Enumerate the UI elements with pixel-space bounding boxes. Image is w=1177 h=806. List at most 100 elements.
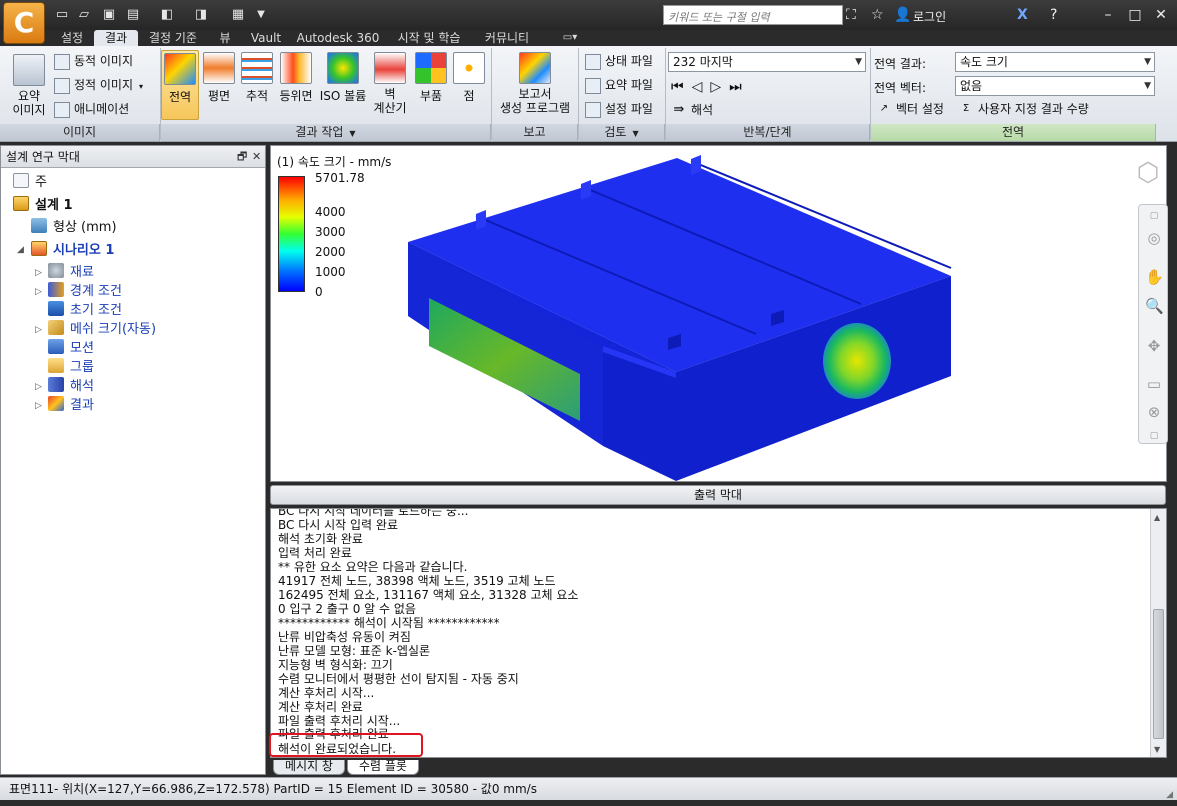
last-step-icon[interactable]: ⏭: [729, 79, 750, 95]
graphics-viewport[interactable]: (1) 속도 크기 - mm/s 5701.78 4000 3000 2000 …: [270, 145, 1168, 483]
user-icon[interactable]: 👤: [894, 6, 911, 24]
status-file-button[interactable]: 상태 파일: [585, 51, 653, 71]
expand-icon[interactable]: ▷: [35, 287, 42, 297]
output-message-area[interactable]: BC 다시 시작 데이터를 로드하는 중... BC 다시 시작 입력 완료 해…: [270, 508, 1167, 758]
qat-dropdown-icon[interactable]: ▼: [252, 6, 270, 24]
result-tasks-panel-title[interactable]: 결과 작업 ▼: [161, 124, 491, 141]
tab-view[interactable]: 뷰: [210, 30, 240, 46]
tab-setup[interactable]: 설정: [52, 30, 92, 46]
global-result-button[interactable]: 전역: [161, 50, 199, 120]
save-icon[interactable]: ▣: [100, 6, 118, 24]
collapse-icon[interactable]: ◢: [17, 245, 24, 255]
undock-icon[interactable]: 🗗: [237, 146, 247, 168]
tab-decision-center[interactable]: 결정 기준: [142, 30, 204, 46]
cfd-model-render[interactable]: [271, 146, 1168, 483]
new-file-icon[interactable]: ▭: [53, 6, 71, 24]
custom-result-quantity-button[interactable]: Σ 사용자 지정 결과 수량: [958, 99, 1089, 119]
view-cube-icon[interactable]: ⬡: [1131, 158, 1165, 192]
pan-hand-icon[interactable]: ✋: [1145, 268, 1164, 286]
design-study-header: 설계 연구 막대 🗗 ✕: [1, 146, 265, 168]
steering-wheel-icon[interactable]: ◎: [1145, 229, 1163, 247]
panel-close-icon[interactable]: ✕: [252, 146, 261, 168]
settings-file-button[interactable]: 설정 파일: [585, 99, 653, 119]
vector-settings-button[interactable]: ↗ 벡터 설정: [876, 99, 944, 119]
resize-grip-icon[interactable]: ◢: [1166, 784, 1173, 806]
iso-volume-button[interactable]: ISO 볼륨: [318, 50, 368, 120]
orbit-icon[interactable]: ✥: [1145, 337, 1163, 355]
output-scrollbar[interactable]: ▲ ▼: [1150, 509, 1166, 757]
zoom-icon[interactable]: 🔍: [1145, 297, 1164, 315]
global-result-select[interactable]: 속도 크기 ▼: [955, 52, 1155, 72]
navbar-close-icon[interactable]: ▢: [1145, 207, 1163, 225]
maximize-button[interactable]: □: [1124, 5, 1146, 25]
tree-item-materials[interactable]: 재료: [48, 263, 94, 282]
tree-item-boundary-conditions[interactable]: 경계 조건: [48, 282, 122, 301]
tab-autodesk-360[interactable]: Autodesk 360: [292, 30, 384, 46]
output-bar-header[interactable]: 출력 막대: [270, 485, 1166, 505]
part-button[interactable]: 부품: [412, 50, 450, 120]
animation-button[interactable]: 애니메이션: [54, 99, 129, 119]
static-image-button[interactable]: 정적 이미지 ▾: [54, 75, 143, 95]
isosurface-button[interactable]: 등위면: [276, 50, 316, 120]
iteration-step-select[interactable]: 232 마지막 ▼: [668, 52, 866, 72]
tree-item-motion[interactable]: 모션: [48, 339, 94, 358]
import-icon[interactable]: ◧: [158, 6, 176, 24]
tree-item-solve[interactable]: 해석: [48, 377, 94, 396]
expand-icon[interactable]: ▷: [35, 401, 42, 411]
global-vector-select[interactable]: 없음 ▼: [955, 76, 1155, 96]
tree-item-mesh-size[interactable]: 메쉬 크기(자동): [48, 320, 156, 339]
look-at-icon[interactable]: ▭: [1145, 375, 1163, 393]
summary-file-button[interactable]: 요약 파일: [585, 75, 653, 95]
expand-icon[interactable]: ▷: [35, 382, 42, 392]
view-cube-icon[interactable]: ◨: [192, 6, 210, 24]
minimize-button[interactable]: –: [1097, 5, 1119, 25]
search-input[interactable]: 키워드 또는 구절 입력: [663, 5, 843, 25]
tab-convergence-plot[interactable]: 수렴 플롯: [347, 760, 419, 775]
expand-icon[interactable]: ▷: [35, 268, 42, 278]
chevron-down-icon: ▼: [1144, 57, 1151, 67]
help-icon[interactable]: ?: [1050, 6, 1057, 24]
scroll-up-icon[interactable]: ▲: [1154, 513, 1160, 522]
dynamic-image-button[interactable]: 동적 이미지: [54, 51, 133, 71]
tab-vault[interactable]: Vault: [244, 30, 288, 46]
save-as-icon[interactable]: ▤: [124, 6, 142, 24]
binoculars-icon[interactable]: ⛶: [846, 6, 856, 24]
app-menu-button[interactable]: C: [3, 2, 45, 44]
open-folder-icon[interactable]: ▱: [75, 6, 93, 24]
review-panel-title[interactable]: 검토 ▼: [579, 124, 665, 141]
close-button[interactable]: ✕: [1150, 5, 1172, 25]
zoom-extents-icon[interactable]: ⊗: [1145, 403, 1163, 421]
navbar-options-icon[interactable]: ▢: [1145, 427, 1163, 445]
trace-button[interactable]: 추적: [238, 50, 276, 120]
plane-button[interactable]: 평면: [200, 50, 238, 120]
scroll-thumb[interactable]: [1153, 609, 1164, 739]
scroll-down-icon[interactable]: ▼: [1154, 745, 1160, 754]
tab-results[interactable]: 결과: [94, 30, 138, 46]
tree-item-design-1[interactable]: 설계 1: [13, 196, 73, 215]
wall-calculator-button[interactable]: 벽 계산기: [370, 50, 410, 120]
tree-item-main[interactable]: 주: [13, 173, 47, 192]
summary-image-button[interactable]: 요약 이미지: [8, 52, 50, 122]
point-button[interactable]: 점: [450, 50, 488, 120]
expand-icon[interactable]: ▷: [35, 325, 42, 335]
favorites-star-icon[interactable]: ☆: [871, 6, 884, 24]
tree-item-groups[interactable]: 그룹: [48, 358, 94, 377]
tree-item-scenario-1[interactable]: 시나리오 1: [31, 241, 114, 260]
analysis-button[interactable]: ⇛ 해석: [671, 100, 714, 120]
options-icon[interactable]: ▦: [229, 6, 247, 24]
report-generator-button[interactable]: 보고서 생성 프로그램: [494, 50, 576, 120]
tree-item-initial-conditions[interactable]: 초기 조건: [48, 301, 122, 320]
tab-message-window[interactable]: 메시지 창: [273, 760, 345, 775]
tab-community[interactable]: 커뮤니티: [476, 30, 538, 46]
tab-getting-started[interactable]: 시작 및 학습: [388, 30, 470, 46]
first-step-icon[interactable]: ⏮: [671, 79, 692, 95]
exchange-icon[interactable]: X: [1017, 6, 1028, 24]
tree-item-results[interactable]: 결과: [48, 396, 94, 415]
group-icon: [48, 358, 64, 373]
tree-item-geometry[interactable]: 형상 (mm): [31, 218, 117, 237]
ribbon-minimize-icon[interactable]: ▭▾: [558, 30, 582, 46]
next-step-icon[interactable]: ▷: [710, 79, 729, 95]
solve-icon: [48, 377, 64, 392]
login-button[interactable]: 로그인: [913, 8, 946, 25]
previous-step-icon[interactable]: ◁: [692, 79, 711, 95]
